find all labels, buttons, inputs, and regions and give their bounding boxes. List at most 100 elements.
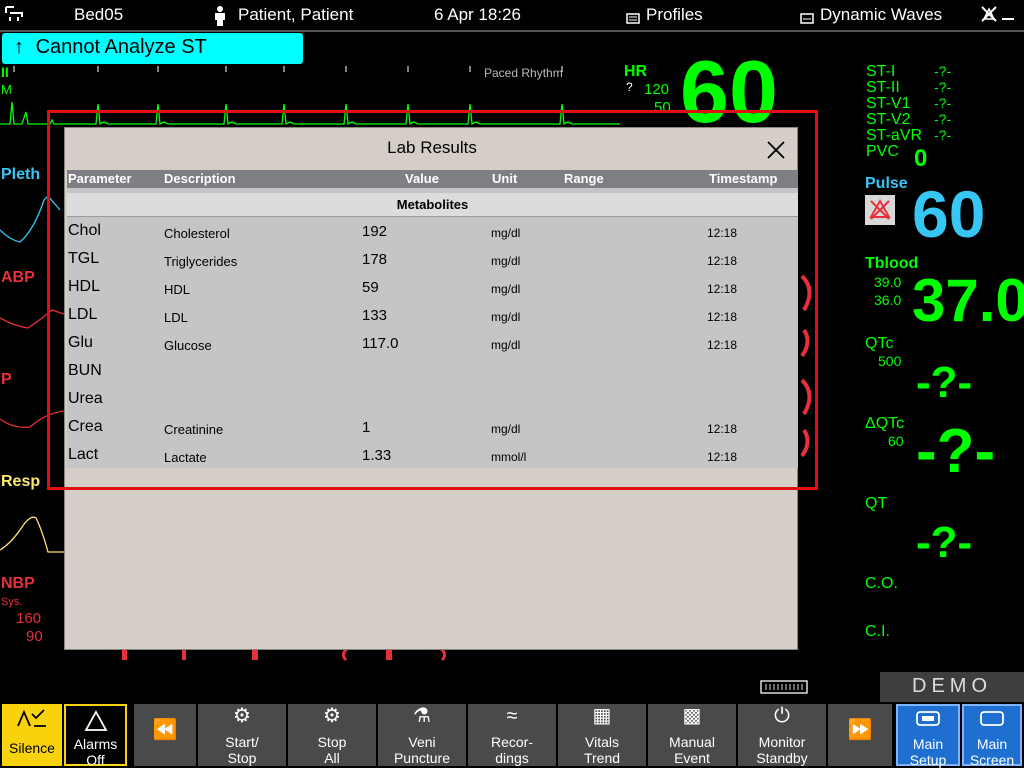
st-label: ST-V1 [866, 95, 911, 112]
delta-qtc-label[interactable]: ΔQTc [865, 415, 904, 433]
bed-label[interactable]: Bed05 [74, 5, 123, 25]
row-description: Cholesterol [164, 226, 230, 241]
table-row[interactable]: LDL LDL 133 mg/dl 12:18 [67, 302, 798, 330]
nbp-sys-label: Sys. [1, 596, 23, 608]
keyboard-icon[interactable] [760, 680, 808, 699]
table-row[interactable]: Chol Cholesterol 192 mg/dl 12:18 [67, 218, 798, 246]
col-description[interactable]: Description [164, 171, 236, 186]
col-unit[interactable]: Unit [492, 171, 517, 186]
hr-high-limit: 120 [644, 81, 670, 98]
section-metabolites: Metabolites [67, 193, 798, 217]
row-parameter: Lact [68, 446, 99, 463]
st-value: -?- [934, 79, 952, 95]
p-waveform [0, 410, 64, 428]
row-timestamp: 12:18 [707, 226, 738, 240]
table-row[interactable]: Urea [67, 386, 798, 414]
main-setup-button[interactable]: Main Setup [896, 704, 960, 768]
pleth-label[interactable]: Pleth [1, 166, 40, 184]
tblood-label[interactable]: Tblood [865, 255, 918, 273]
person-stopwatch-icon: ⚙ [233, 705, 251, 727]
abp-label[interactable]: ABP [1, 269, 35, 287]
alarm-off-icon[interactable] [978, 5, 1018, 30]
silence-button[interactable]: Silence [2, 704, 62, 766]
qt-value[interactable]: -?- [916, 520, 972, 566]
ci-label[interactable]: C.I. [865, 623, 890, 641]
row-value: 192 [362, 223, 388, 240]
pulse-value[interactable]: 60 [912, 180, 985, 248]
col-value[interactable]: Value [405, 171, 439, 186]
pulse-label[interactable]: Pulse [865, 175, 908, 193]
double-left-icon: ⏪ [152, 719, 178, 741]
pressure-value-glimpse [800, 274, 812, 458]
resp-label[interactable]: Resp [1, 473, 40, 491]
manual-event-button[interactable]: ▩ Manual Event [648, 704, 736, 766]
row-description: Triglycerides [164, 254, 238, 269]
veni-puncture-label: Veni Puncture [393, 734, 451, 766]
table-header: Parameter Description Value Unit Range T… [67, 170, 798, 188]
pvc-row[interactable]: PVC 0 [866, 143, 927, 172]
vitals-trend-button[interactable]: ▦ Vitals Trend [558, 704, 646, 766]
row-parameter: TGL [68, 250, 100, 267]
row-description: HDL [164, 282, 191, 297]
event-icon: ▩ [682, 705, 702, 727]
close-icon[interactable] [764, 138, 788, 162]
profiles-icon [626, 9, 640, 29]
scroll-right-button[interactable]: ⏩ [828, 704, 892, 766]
alarms-off-button[interactable]: Alarms Off [64, 704, 127, 768]
table-row[interactable]: Crea Creatinine 1 mg/dl 12:18 [67, 414, 798, 442]
veni-puncture-button[interactable]: ⚗ Veni Puncture [378, 704, 466, 766]
hr-value[interactable]: 60 [680, 48, 778, 136]
hr-label[interactable]: HR [624, 63, 647, 81]
monitor-standby-button[interactable]: ⏻ Monitor Standby [738, 704, 826, 766]
main-screen-button[interactable]: Main Screen [962, 704, 1022, 768]
date-time: 6 Apr 18:26 [434, 5, 521, 24]
start-stop-label: Start/Stop [225, 734, 259, 766]
table-row[interactable]: TGL Triglycerides 178 mg/dl 12:18 [67, 246, 798, 274]
lab-results-dialog[interactable]: Lab Results Parameter Description Value … [64, 127, 798, 650]
trend-table-icon: ▦ [592, 705, 612, 727]
table-row[interactable]: Glu Glucose 117.0 mg/dl 12:18 [67, 330, 798, 358]
row-unit: mg/dl [491, 310, 521, 324]
profiles-button[interactable]: Profiles [646, 5, 703, 25]
st-value: -?- [934, 127, 952, 143]
lab-results-table: Parameter Description Value Unit Range T… [67, 170, 798, 468]
qtc-label[interactable]: QTc [865, 335, 893, 353]
stop-all-button[interactable]: ⚙ Stop All [288, 704, 376, 766]
scroll-left-button[interactable]: ⏪ [134, 704, 196, 766]
manual-event-label: Manual Event [669, 734, 715, 766]
row-unit: mmol/l [491, 450, 527, 464]
dynamic-waves-button[interactable]: Dynamic Waves [820, 5, 942, 25]
resp-waveform [0, 516, 64, 553]
row-description: Glucose [164, 338, 212, 353]
row-value: 1 [362, 419, 371, 436]
nbp-label[interactable]: NBP [1, 575, 35, 593]
start-stop-button[interactable]: ⚙ Start/Stop [198, 704, 286, 766]
row-timestamp: 12:18 [707, 254, 738, 268]
row-parameter: Chol [68, 222, 101, 239]
qt-label[interactable]: QT [865, 495, 887, 513]
delta-qtc-value[interactable]: -?- [916, 420, 995, 484]
tblood-high-limit: 39.0 [874, 274, 902, 290]
table-row[interactable]: BUN [67, 358, 798, 386]
patient-name[interactable]: Patient, Patient [238, 5, 353, 25]
table-row[interactable]: HDL HDL 59 mg/dl 12:18 [67, 274, 798, 302]
st-value: -?- [934, 111, 952, 127]
silence-icon [2, 708, 62, 732]
co-label[interactable]: C.O. [865, 575, 898, 593]
table-row[interactable]: Lact Lactate 1.33 mmol/l 12:18 [67, 442, 798, 470]
col-range[interactable]: Range [564, 171, 604, 186]
st-alert-banner[interactable]: ↑ Cannot Analyze ST [2, 33, 303, 64]
row-parameter: Glu [68, 334, 93, 351]
recordings-button[interactable]: ≈ Recor-dings [468, 704, 556, 766]
col-parameter[interactable]: Parameter [68, 171, 132, 186]
syringe-icon: ⚗ [413, 705, 431, 727]
stop-all-label: Stop All [317, 734, 347, 766]
tblood-value[interactable]: 37.0 [912, 270, 1024, 332]
qtc-value[interactable]: -?- [916, 360, 972, 406]
abp-waveform [0, 309, 64, 329]
main-setup-label: Main Setup [909, 736, 947, 768]
col-timestamp[interactable]: Timestamp [709, 171, 777, 186]
row-timestamp: 12:18 [707, 422, 738, 436]
row-value: 1.33 [362, 447, 392, 464]
qtc-limit: 500 [878, 353, 902, 369]
